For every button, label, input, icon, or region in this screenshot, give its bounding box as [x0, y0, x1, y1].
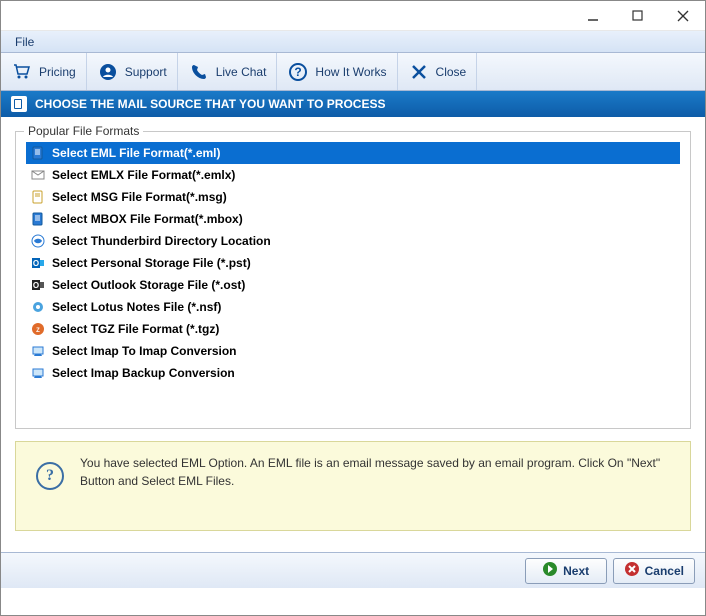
footer: Next Cancel: [1, 552, 705, 588]
format-item[interactable]: Select Thunderbird Directory Location: [26, 230, 680, 252]
howitworks-label: How It Works: [315, 65, 386, 79]
format-label: Select MSG File Format(*.msg): [52, 190, 227, 204]
banner: CHOOSE THE MAIL SOURCE THAT YOU WANT TO …: [1, 91, 705, 117]
format-item[interactable]: Select Lotus Notes File (*.nsf): [26, 296, 680, 318]
svg-text:?: ?: [295, 65, 302, 79]
cancel-icon: [624, 561, 640, 580]
format-label: Select Imap Backup Conversion: [52, 366, 235, 380]
format-label: Select Outlook Storage File (*.ost): [52, 278, 245, 292]
info-text: You have selected EML Option. An EML fil…: [80, 454, 670, 490]
cancel-button[interactable]: Cancel: [613, 558, 695, 584]
format-list: Select EML File Format(*.eml) Select EMLX…: [26, 142, 680, 384]
howitworks-button[interactable]: ? How It Works: [277, 53, 397, 90]
format-item[interactable]: O Select Outlook Storage File (*.ost): [26, 274, 680, 296]
format-item[interactable]: Select MSG File Format(*.msg): [26, 186, 680, 208]
format-item[interactable]: O Select Personal Storage File (*.pst): [26, 252, 680, 274]
toolbar: Pricing Support Live Chat ? How It Works…: [1, 53, 705, 91]
question-icon: ?: [287, 61, 309, 83]
format-label: Select Thunderbird Directory Location: [52, 234, 271, 248]
format-label: Select MBOX File Format(*.mbox): [52, 212, 243, 226]
title-bar: [1, 1, 705, 31]
format-label: Select Lotus Notes File (*.nsf): [52, 300, 221, 314]
close-button[interactable]: Close: [398, 53, 478, 90]
format-item[interactable]: Select MBOX File Format(*.mbox): [26, 208, 680, 230]
format-label: Select EML File Format(*.eml): [52, 146, 221, 160]
clipboard-icon: [11, 96, 27, 112]
pricing-button[interactable]: Pricing: [1, 53, 87, 90]
format-item[interactable]: Select EMLX File Format(*.emlx): [26, 164, 680, 186]
close-window-button[interactable]: [660, 2, 705, 30]
pricing-label: Pricing: [39, 65, 76, 79]
doc-blue-icon: [30, 211, 46, 227]
lotus-icon: [30, 299, 46, 315]
format-label: Select TGZ File Format (*.tgz): [52, 322, 219, 336]
format-item[interactable]: Select EML File Format(*.eml): [26, 142, 680, 164]
thunderbird-icon: [30, 233, 46, 249]
envelope-icon: [30, 167, 46, 183]
cart-icon: [11, 61, 33, 83]
imap-icon: [30, 365, 46, 381]
format-item[interactable]: Select Imap To Imap Conversion: [26, 340, 680, 362]
imap-icon: [30, 343, 46, 359]
phone-icon: [188, 61, 210, 83]
x-icon: [408, 61, 430, 83]
cancel-label: Cancel: [645, 564, 684, 578]
outlook-icon: O: [30, 255, 46, 271]
doc-yellow-icon: [30, 189, 46, 205]
content-area: Popular File Formats Select EML File For…: [1, 117, 705, 552]
formats-group: Popular File Formats Select EML File For…: [15, 131, 691, 429]
support-label: Support: [125, 65, 167, 79]
menu-bar: File: [1, 31, 705, 53]
tgz-icon: Z: [30, 321, 46, 337]
next-icon: [542, 561, 558, 580]
info-icon: ?: [36, 462, 64, 490]
livechat-label: Live Chat: [216, 65, 267, 79]
group-title: Popular File Formats: [24, 124, 143, 138]
file-menu[interactable]: File: [9, 33, 40, 51]
maximize-button[interactable]: [615, 2, 660, 30]
next-button[interactable]: Next: [525, 558, 607, 584]
svg-text:O: O: [33, 259, 39, 268]
headset-icon: [97, 61, 119, 83]
outlook-dark-icon: O: [30, 277, 46, 293]
livechat-button[interactable]: Live Chat: [178, 53, 278, 90]
svg-text:O: O: [33, 281, 39, 290]
banner-title: CHOOSE THE MAIL SOURCE THAT YOU WANT TO …: [35, 97, 385, 111]
format-label: Select Imap To Imap Conversion: [52, 344, 237, 358]
format-label: Select Personal Storage File (*.pst): [52, 256, 251, 270]
format-item[interactable]: Select Imap Backup Conversion: [26, 362, 680, 384]
info-box: ? You have selected EML Option. An EML f…: [15, 441, 691, 531]
minimize-button[interactable]: [570, 2, 615, 30]
svg-text:Z: Z: [36, 328, 40, 334]
next-label: Next: [563, 564, 589, 578]
close-label: Close: [436, 65, 467, 79]
format-item[interactable]: Z Select TGZ File Format (*.tgz): [26, 318, 680, 340]
format-label: Select EMLX File Format(*.emlx): [52, 168, 235, 182]
support-button[interactable]: Support: [87, 53, 178, 90]
doc-blue-icon: [30, 145, 46, 161]
